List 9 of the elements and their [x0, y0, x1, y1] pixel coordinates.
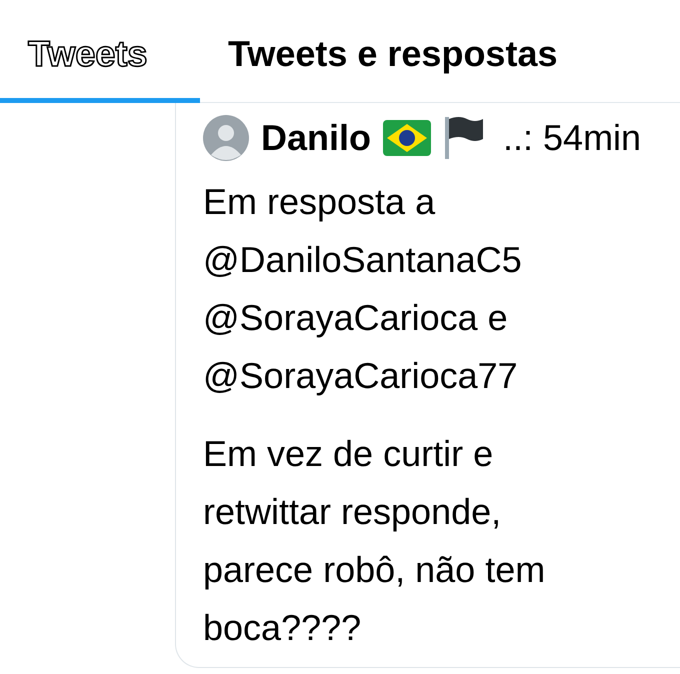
avatar — [203, 115, 249, 161]
tweet-time: ..: 54min — [503, 116, 642, 160]
reply-to-text: Em resposta a @DaniloSantanaC5 @SorayaCarioca e @SorayaCarioca77 — [203, 180, 523, 398]
tab[interactable]: Tweets — [0, 26, 200, 103]
tab[interactable]: Tweets e respostas — [200, 26, 586, 103]
flag-icon — [443, 115, 486, 161]
author-name: Danilo — [261, 116, 372, 160]
brazil-flag-icon — [383, 120, 432, 156]
tweet-text: Em vez de curtir e retwittar responde, parece robô, não tem boca???? — [203, 432, 546, 650]
